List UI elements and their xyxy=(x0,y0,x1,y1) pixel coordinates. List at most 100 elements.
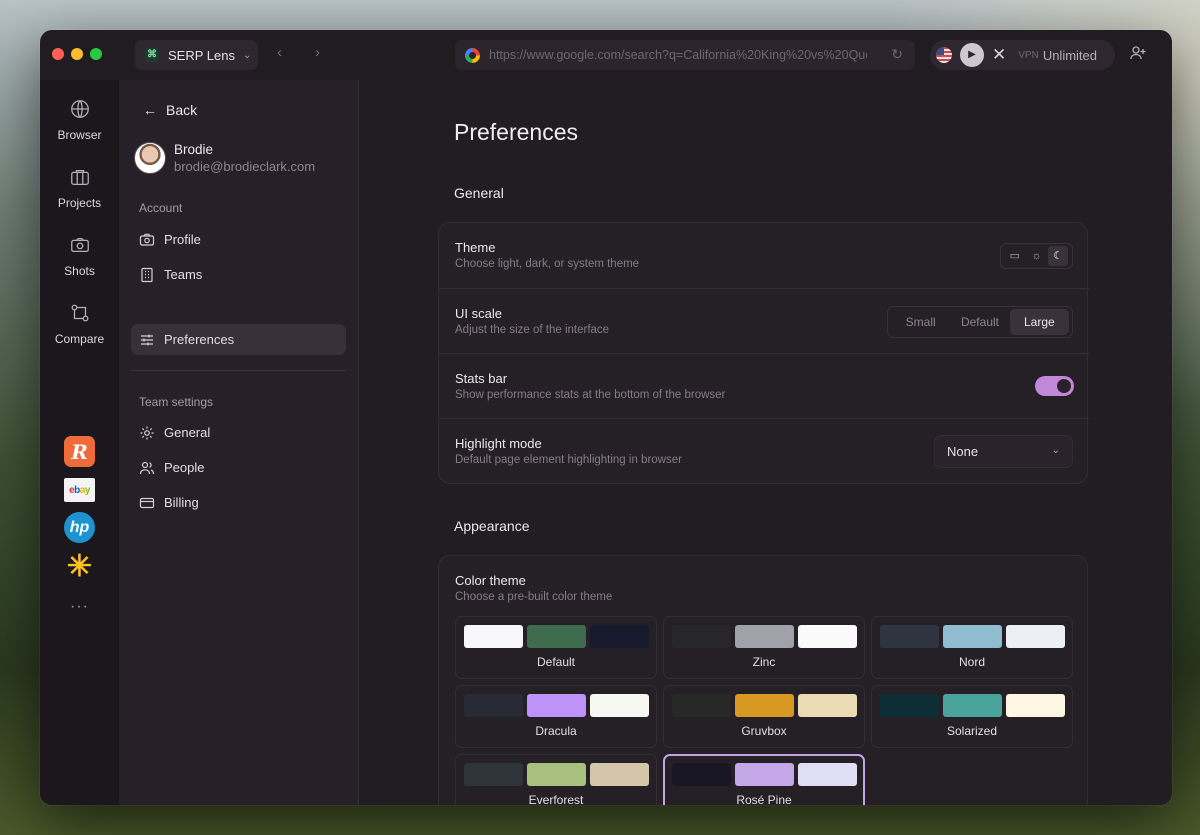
rail-label: Projects xyxy=(57,196,102,210)
account-heading: Account xyxy=(139,201,183,215)
briefcase-icon xyxy=(70,169,89,185)
theme-desc: Choose light, dark, or system theme xyxy=(455,258,640,270)
app-logo-icon: ⌘ xyxy=(145,48,159,62)
color-chips xyxy=(672,694,857,717)
back-button[interactable]: ← Back xyxy=(143,102,197,118)
sidebar-item-label: General xyxy=(164,425,211,440)
scale-option-large[interactable]: Large xyxy=(1009,309,1069,335)
favorite-site-hp[interactable]: hp xyxy=(64,512,95,543)
color-chip xyxy=(798,763,857,786)
chevron-down-icon: ⌄ xyxy=(1051,445,1060,456)
highlight-mode-desc: Default page element highlighting in bro… xyxy=(455,454,682,466)
color-theme-option-everforest[interactable]: Everforest xyxy=(455,754,657,805)
color-theme-name: Nord xyxy=(958,655,985,669)
close-window-button[interactable] xyxy=(52,48,64,60)
rail-item-projects[interactable]: Projects xyxy=(40,166,119,212)
color-chip xyxy=(672,694,731,717)
color-theme-option-zinc[interactable]: Zinc xyxy=(663,616,865,679)
vpn-control: ▶ ✕ VPN Unlimited xyxy=(930,40,1115,70)
sidebar-item-preferences[interactable]: Preferences xyxy=(131,324,346,355)
us-flag-icon[interactable] xyxy=(936,47,952,63)
general-heading: General xyxy=(454,185,504,201)
color-chips xyxy=(880,625,1065,648)
left-rail: Browser Projects Shots Compare R ebay hp… xyxy=(40,80,119,805)
highlight-mode-row: Highlight mode Default page element high… xyxy=(439,418,1089,483)
camera-icon xyxy=(139,233,155,246)
color-theme-name: Default xyxy=(536,655,576,669)
color-chip xyxy=(590,763,649,786)
user-card: Brodie brodie@brodieclark.com xyxy=(134,142,315,174)
moon-icon[interactable]: ☾ xyxy=(1048,246,1069,266)
color-theme-option-ros-pine[interactable]: Rosé Pine xyxy=(663,754,865,805)
favorite-site-r[interactable]: R xyxy=(64,436,95,467)
color-chip xyxy=(672,625,731,648)
google-favicon-icon xyxy=(465,47,480,63)
theme-title: Theme xyxy=(455,240,496,255)
sidebar-item-label: Preferences xyxy=(164,332,235,347)
rail-item-compare[interactable]: Compare xyxy=(40,302,119,348)
scale-option-small[interactable]: Small xyxy=(891,309,950,335)
more-icon[interactable]: ··· xyxy=(40,598,119,616)
rail-label: Shots xyxy=(64,264,95,278)
title-bar: ⌘ SERP Lens ⌄ ‹ › https://www.google.com… xyxy=(40,30,1172,80)
theme-row: Theme Choose light, dark, or system them… xyxy=(439,223,1089,288)
color-theme-name: Zinc xyxy=(752,655,776,669)
color-theme-name: Gruvbox xyxy=(741,724,787,738)
color-theme-option-solarized[interactable]: Solarized xyxy=(871,685,1073,748)
minimize-window-button[interactable] xyxy=(71,48,83,60)
color-theme-option-nord[interactable]: Nord xyxy=(871,616,1073,679)
scale-option-default[interactable]: Default xyxy=(950,309,1009,335)
favorite-site-ebay[interactable]: ebay xyxy=(64,478,95,502)
color-chip xyxy=(735,763,794,786)
settings-sidebar: ← Back Brodie brodie@brodieclark.com Acc… xyxy=(119,80,359,805)
favorite-site-walmart[interactable]: ✳ xyxy=(64,550,95,583)
arrow-left-icon: ← xyxy=(143,102,157,118)
team-settings-heading: Team settings xyxy=(139,395,214,409)
sidebar-item-billing[interactable]: Billing xyxy=(131,487,346,518)
stats-bar-toggle[interactable] xyxy=(1035,376,1074,396)
sidebar-item-profile[interactable]: Profile xyxy=(131,224,346,255)
sidebar-item-general[interactable]: General xyxy=(131,417,346,448)
page-title: Preferences xyxy=(454,119,579,145)
reload-icon[interactable]: ↻ xyxy=(891,46,903,63)
rail-item-shots[interactable]: Shots xyxy=(40,234,119,280)
preferences-content: Preferences General Theme Choose light, … xyxy=(360,80,1172,805)
ui-scale-desc: Adjust the size of the interface xyxy=(455,324,610,336)
user-email: brodie@brodieclark.com xyxy=(174,159,316,174)
close-icon[interactable]: ✕ xyxy=(992,45,1006,65)
highlight-mode-select[interactable]: None ⌄ xyxy=(934,435,1073,468)
back-arrow-icon[interactable]: ‹ xyxy=(277,44,282,61)
address-bar[interactable]: https://www.google.com/search?q=Californ… xyxy=(455,40,915,70)
people-icon xyxy=(139,461,155,474)
zoom-window-button[interactable] xyxy=(90,48,102,60)
color-theme-title: Color theme xyxy=(455,573,526,588)
sidebar-item-label: People xyxy=(164,460,205,475)
color-chip xyxy=(464,625,523,648)
app-switcher[interactable]: ⌘ SERP Lens ⌄ xyxy=(135,40,258,70)
sidebar-item-people[interactable]: People xyxy=(131,452,346,483)
ui-scale-row: UI scale Adjust the size of the interfac… xyxy=(439,288,1089,353)
system-theme-icon[interactable]: ▭ xyxy=(1005,246,1025,266)
general-settings-card: Theme Choose light, dark, or system them… xyxy=(438,222,1089,484)
color-chip xyxy=(1006,694,1065,717)
color-chips xyxy=(880,694,1065,717)
sun-icon[interactable]: ☼ xyxy=(1026,246,1046,266)
color-theme-name: Everforest xyxy=(528,793,584,805)
building-icon xyxy=(141,267,153,282)
color-theme-name: Dracula xyxy=(535,724,577,738)
stats-bar-desc: Show performance stats at the bottom of … xyxy=(455,389,726,401)
rail-label: Compare xyxy=(54,332,105,346)
color-theme-option-dracula[interactable]: Dracula xyxy=(455,685,657,748)
url-text: https://www.google.com/search?q=Californ… xyxy=(489,48,867,62)
color-chips xyxy=(464,694,649,717)
add-user-icon[interactable] xyxy=(1130,45,1146,65)
sidebar-item-teams[interactable]: Teams xyxy=(131,259,346,290)
color-chip xyxy=(590,625,649,648)
color-theme-option-default[interactable]: Default xyxy=(455,616,657,679)
user-name: Brodie xyxy=(174,142,214,157)
color-chip xyxy=(464,694,523,717)
color-theme-option-gruvbox[interactable]: Gruvbox xyxy=(663,685,865,748)
play-icon[interactable]: ▶ xyxy=(960,43,984,67)
rail-item-browser[interactable]: Browser xyxy=(40,98,119,144)
forward-arrow-icon[interactable]: › xyxy=(315,44,320,61)
